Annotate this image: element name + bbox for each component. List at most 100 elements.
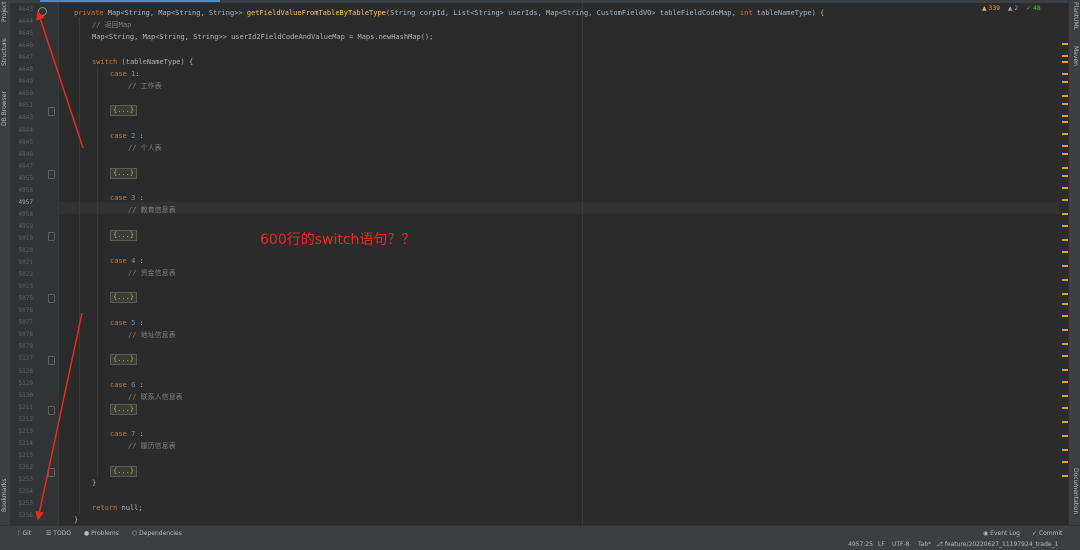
method-signature: private Map<String, Map<String, String>>…: [74, 9, 825, 17]
line-number: 4956: [18, 186, 33, 194]
comment-return-map: // 返回Map: [92, 21, 132, 29]
tool-window-project[interactable]: Project: [1, 1, 9, 22]
case-comment: // 履历信息表: [128, 442, 176, 450]
return-statement: return null;: [92, 504, 143, 512]
folded-code-block[interactable]: {...}: [110, 403, 138, 415]
line-number: 5077: [18, 319, 33, 327]
line-number: 4958: [18, 210, 33, 218]
code-editor[interactable]: private Map<String, Map<String, String>>…: [59, 3, 1059, 525]
line-number: 5019: [18, 234, 33, 242]
warnings-count[interactable]: ▲ 339: [982, 5, 1000, 12]
folded-code-block[interactable]: {...}: [110, 465, 138, 477]
git-branch[interactable]: ⎇ feature/20220627_11197924_trade_1: [936, 541, 1058, 548]
line-number: 5127: [18, 355, 33, 363]
line-number: 4650: [18, 90, 33, 98]
method-override-icon[interactable]: [38, 7, 47, 16]
fold-marker[interactable]: [48, 406, 55, 415]
folded-code-block[interactable]: {...}: [110, 229, 138, 241]
line-number: 4649: [18, 78, 33, 86]
case-comment: // 教育信息表: [128, 206, 176, 214]
line-number: 4645: [18, 30, 33, 38]
line-number: 5076: [18, 307, 33, 315]
problems-tool[interactable]: ● Problems: [84, 530, 119, 537]
folded-code-block[interactable]: {...}: [110, 104, 138, 116]
line-number: 5256: [18, 512, 33, 520]
tool-window-structure[interactable]: Structure: [1, 30, 9, 66]
event-log-tool[interactable]: ◉ Event Log: [983, 530, 1020, 537]
tool-window-db-browser[interactable]: DB Browser: [1, 78, 9, 126]
switch-statement: switch (tableNameType) {: [92, 58, 194, 66]
dependencies-tool[interactable]: ⬡ Dependencies: [132, 530, 182, 537]
line-number: 4647: [18, 54, 33, 62]
folded-code-block[interactable]: {...}: [110, 291, 138, 303]
line-number: 5078: [18, 331, 33, 339]
line-number: 4957: [18, 198, 33, 206]
line-number: 4959: [18, 222, 33, 230]
branch-icon: ⎇: [936, 541, 945, 548]
case-comment: // 资金信息表: [128, 269, 176, 277]
folded-code-block[interactable]: {...}: [110, 167, 138, 179]
caret-position[interactable]: 4957:25: [848, 541, 873, 548]
line-number: 5254: [18, 488, 33, 495]
tool-window-maven[interactable]: Maven: [1071, 46, 1079, 70]
map-declaration: Map<String, Map<String, String>> userId2…: [92, 33, 434, 41]
case-comment: // 地址信息表: [128, 331, 176, 339]
switch-close-brace: }: [92, 479, 97, 487]
line-number: 4847: [18, 162, 33, 170]
typos-count[interactable]: ✓ 48: [1026, 5, 1041, 12]
line-number: 4846: [18, 150, 33, 158]
active-tab-indicator: [40, 0, 220, 2]
fold-marker[interactable]: [48, 232, 55, 241]
folded-code-block[interactable]: {...}: [110, 353, 138, 365]
fold-marker[interactable]: [48, 107, 55, 116]
line-number: 4844: [18, 126, 33, 134]
line-number: 5215: [18, 451, 33, 459]
fold-marker[interactable]: [48, 294, 55, 303]
line-number: 5023: [18, 283, 33, 291]
indent-guide: [79, 17, 80, 514]
tool-window-bookmarks[interactable]: Bookmarks: [1, 472, 9, 512]
fold-marker[interactable]: [48, 468, 55, 477]
git-tool[interactable]: ᚴ Git: [17, 530, 31, 537]
tool-window-documentation[interactable]: Documentation: [1071, 468, 1079, 518]
line-number: 5214: [18, 439, 33, 447]
line-number: 4651: [18, 102, 33, 110]
line-number: 5253: [18, 475, 33, 483]
line-number: 5128: [18, 367, 33, 375]
line-number: 4646: [18, 42, 33, 50]
line-number: 5129: [18, 379, 33, 387]
case-label: case 3 :: [110, 194, 144, 202]
tool-window-plantuml[interactable]: PlantUML: [1071, 2, 1079, 34]
commit-tool[interactable]: ✓ Commit: [1032, 530, 1063, 537]
line-number: 5213: [18, 427, 33, 435]
right-tool-strip: PlantUML Maven Documentation: [1068, 0, 1080, 525]
indent-guide: [97, 67, 98, 477]
case-label: case 4 :: [110, 257, 144, 265]
case-label: case 5 :: [110, 319, 144, 327]
inspection-widget[interactable]: ▲ 339 ▲ 2 ✓ 48: [976, 5, 1041, 12]
status-bar: ᚴ Git ☰ TODO ● Problems ⬡ Dependencies ◉…: [0, 525, 1080, 550]
fold-marker[interactable]: [48, 170, 55, 179]
case-label: case 1:: [110, 70, 140, 78]
case-label: case 6 :: [110, 381, 144, 389]
line-separator[interactable]: LF: [878, 541, 885, 548]
line-number: 5020: [18, 247, 33, 254]
line-number: 5075: [18, 295, 33, 303]
annotation-text: 600行的switch语句？？: [260, 232, 416, 248]
case-comment: // 工作表: [128, 82, 162, 90]
line-number: 5252: [18, 463, 33, 471]
line-number: 4648: [18, 66, 33, 74]
line-number: 5130: [18, 391, 33, 399]
case-label: case 7 :: [110, 430, 144, 438]
fold-marker[interactable]: [48, 356, 55, 365]
case-comment: // 联系人信息表: [128, 393, 183, 401]
weak-warnings-count[interactable]: ▲ 2: [1008, 5, 1018, 12]
line-number: 5022: [18, 271, 33, 279]
line-number: 4644: [18, 18, 33, 26]
line-number: 4643: [18, 6, 33, 13]
line-number: 5021: [18, 259, 33, 267]
line-number: 5211: [18, 403, 33, 411]
file-encoding[interactable]: UTF-8: [892, 541, 910, 548]
todo-tool[interactable]: ☰ TODO: [46, 530, 71, 537]
indent-setting[interactable]: Tab*: [918, 541, 931, 548]
